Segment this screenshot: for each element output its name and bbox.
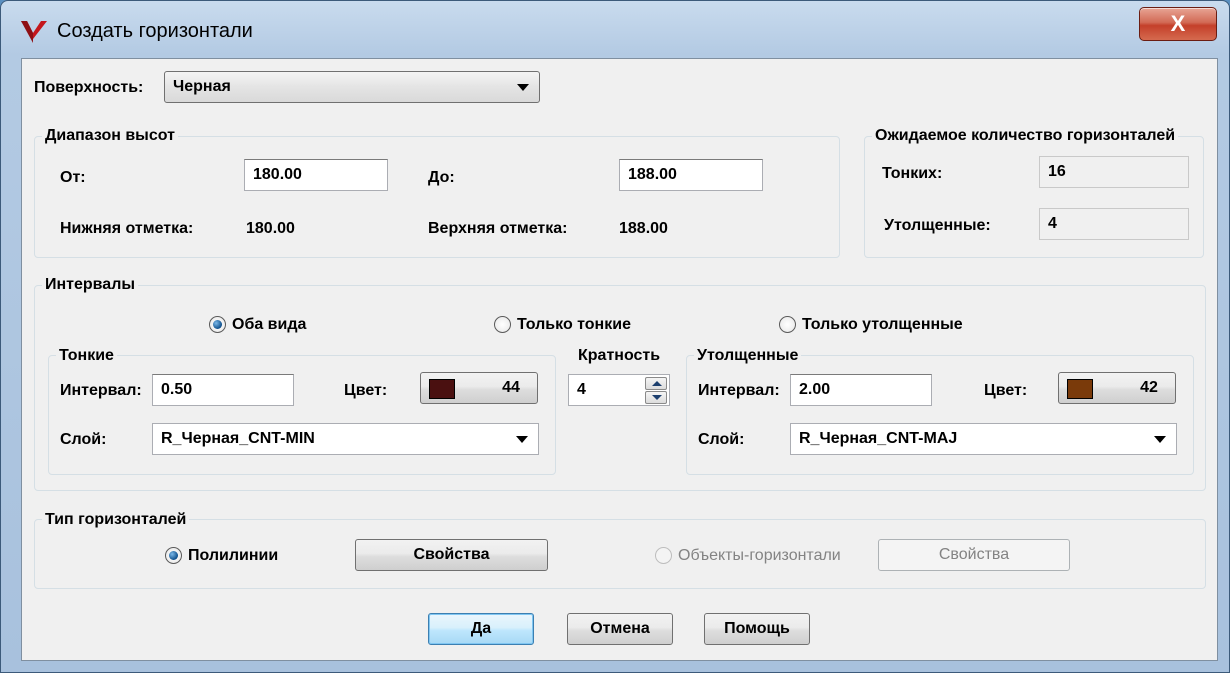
thin-layer-value: R_Черная_CNT-MIN: [161, 430, 315, 447]
chevron-down-icon: [1154, 436, 1166, 443]
thick-layer-value: R_Черная_CNT-MAJ: [799, 430, 958, 447]
height-range-group: [34, 136, 840, 258]
multiplicity-stepper[interactable]: 4: [568, 374, 670, 406]
thin-color-button[interactable]: 44: [420, 372, 538, 404]
height-range-legend: Диапазон высот: [42, 127, 178, 145]
thick-color-button[interactable]: 42: [1058, 372, 1176, 404]
spin-up-icon[interactable]: [645, 377, 667, 390]
thin-interval-input[interactable]: 0.50: [152, 374, 294, 406]
multiplicity-value: 4: [577, 381, 586, 398]
thick-interval-label: Интервал:: [698, 382, 780, 399]
radio-contour-objects[interactable]: [655, 547, 672, 564]
thick-layer-select[interactable]: R_Черная_CNT-MAJ: [790, 423, 1177, 455]
surface-label: Поверхность:: [34, 79, 144, 96]
thick-count-field: 4: [1039, 208, 1189, 240]
lower-mark-value: 180.00: [246, 220, 295, 237]
upper-mark-label: Верхняя отметка:: [428, 220, 568, 237]
from-input[interactable]: 180.00: [244, 159, 388, 191]
thick-color-number: 42: [1140, 379, 1158, 396]
title-bar[interactable]: Создать горизонтали X: [1, 1, 1229, 57]
thin-interval-label: Интервал:: [60, 382, 142, 399]
thick-interval-input[interactable]: 2.00: [790, 374, 932, 406]
radio-contour-objects-label[interactable]: Объекты-горизонтали: [678, 547, 841, 565]
radio-thick-only[interactable]: [779, 316, 796, 333]
thin-color-swatch: [429, 379, 455, 399]
radio-thick-only-label[interactable]: Только утолщенные: [802, 316, 963, 334]
thick-group-legend: Утолщенные: [694, 347, 802, 365]
thick-count-label: Утолщенные:: [884, 217, 991, 234]
thin-color-label: Цвет:: [344, 382, 388, 399]
dialog-client-area: Поверхность: Черная Диапазон высот От: 1…: [21, 58, 1218, 661]
expected-count-legend: Ожидаемое количество горизонталей: [872, 127, 1179, 145]
thin-layer-select[interactable]: R_Черная_CNT-MIN: [152, 423, 539, 455]
close-button[interactable]: X: [1139, 7, 1217, 41]
help-button[interactable]: Помощь: [704, 613, 810, 645]
app-logo-icon: [21, 21, 47, 43]
spin-down-icon[interactable]: [645, 391, 667, 404]
radio-polylines[interactable]: [165, 547, 182, 564]
intervals-legend: Интервалы: [42, 276, 139, 294]
contour-type-legend: Тип горизонталей: [42, 511, 190, 529]
radio-both[interactable]: [209, 316, 226, 333]
ok-button[interactable]: Да: [428, 613, 534, 645]
to-label: До:: [428, 169, 455, 186]
radio-polylines-label[interactable]: Полилинии: [188, 547, 278, 565]
radio-thin-only-label[interactable]: Только тонкие: [517, 316, 631, 334]
chevron-down-icon: [516, 436, 528, 443]
thin-group-legend: Тонкие: [56, 347, 117, 365]
multiplicity-label: Кратность: [578, 347, 661, 364]
thin-layer-label: Слой:: [60, 431, 107, 448]
upper-mark-value: 188.00: [619, 220, 668, 237]
thin-count-field: 16: [1039, 156, 1189, 188]
chevron-down-icon: [517, 84, 529, 91]
thick-color-label: Цвет:: [984, 382, 1028, 399]
objects-properties-button[interactable]: Свойства: [878, 539, 1070, 571]
radio-both-label[interactable]: Оба вида: [232, 316, 306, 334]
thin-color-number: 44: [502, 379, 520, 396]
thick-layer-label: Слой:: [698, 431, 745, 448]
surface-select[interactable]: Черная: [164, 71, 540, 103]
thin-count-label: Тонких:: [882, 165, 943, 182]
lower-mark-label: Нижняя отметка:: [60, 220, 194, 237]
from-label: От:: [60, 169, 86, 186]
thick-color-swatch: [1067, 379, 1093, 399]
window-title: Создать горизонтали: [57, 20, 253, 42]
surface-select-value: Черная: [173, 78, 231, 95]
polylines-properties-button[interactable]: Свойства: [355, 539, 548, 571]
radio-thin-only[interactable]: [494, 316, 511, 333]
cancel-button[interactable]: Отмена: [567, 613, 673, 645]
to-input[interactable]: 188.00: [619, 159, 763, 191]
dialog-window: Создать горизонтали X Поверхность: Черна…: [0, 0, 1230, 673]
